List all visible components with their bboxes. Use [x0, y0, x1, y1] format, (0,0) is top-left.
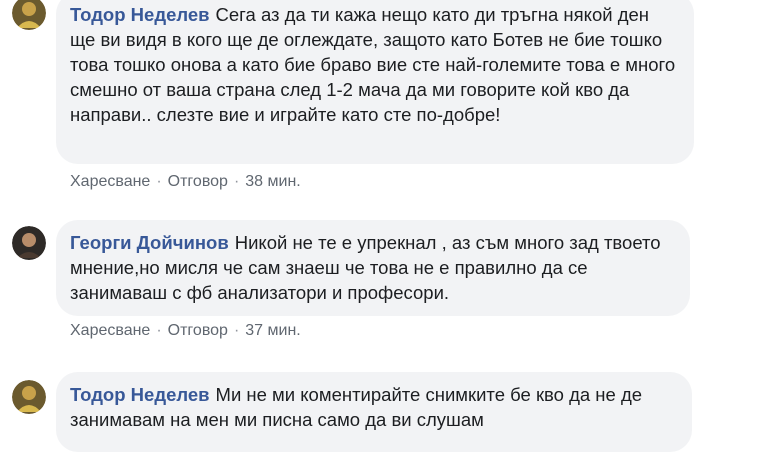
- avatar-photo-icon[interactable]: [12, 380, 46, 414]
- comment-time[interactable]: 37 мин.: [245, 322, 300, 339]
- avatar-photo-icon[interactable]: [12, 0, 46, 30]
- comment-bubble: Тодор Неделев Сега аз да ти кажа нещо кат…: [56, 0, 694, 164]
- comment-bubble: Тодор Неделев Ми не ми коментирайте снимк…: [56, 372, 692, 452]
- comment-actions: Харесване · Отговор · 37 мин.: [70, 322, 301, 339]
- comment-time[interactable]: 38 мин.: [245, 173, 300, 190]
- comment-bubble: Георги Дойчинов Никой не те е упрекнал , …: [56, 220, 690, 316]
- like-link[interactable]: Харесване: [70, 322, 150, 339]
- reply-link[interactable]: Отговор: [168, 322, 228, 339]
- like-link[interactable]: Харесване: [70, 173, 150, 190]
- reply-link[interactable]: Отговор: [168, 173, 228, 190]
- comment-actions: Харесване · Отговор · 38 мин.: [70, 173, 301, 190]
- comment-author[interactable]: Тодор Неделев: [70, 4, 210, 25]
- comment-author[interactable]: Георги Дойчинов: [70, 232, 229, 253]
- avatar-photo-icon[interactable]: [12, 226, 46, 260]
- comment-author[interactable]: Тодор Неделев: [70, 384, 210, 405]
